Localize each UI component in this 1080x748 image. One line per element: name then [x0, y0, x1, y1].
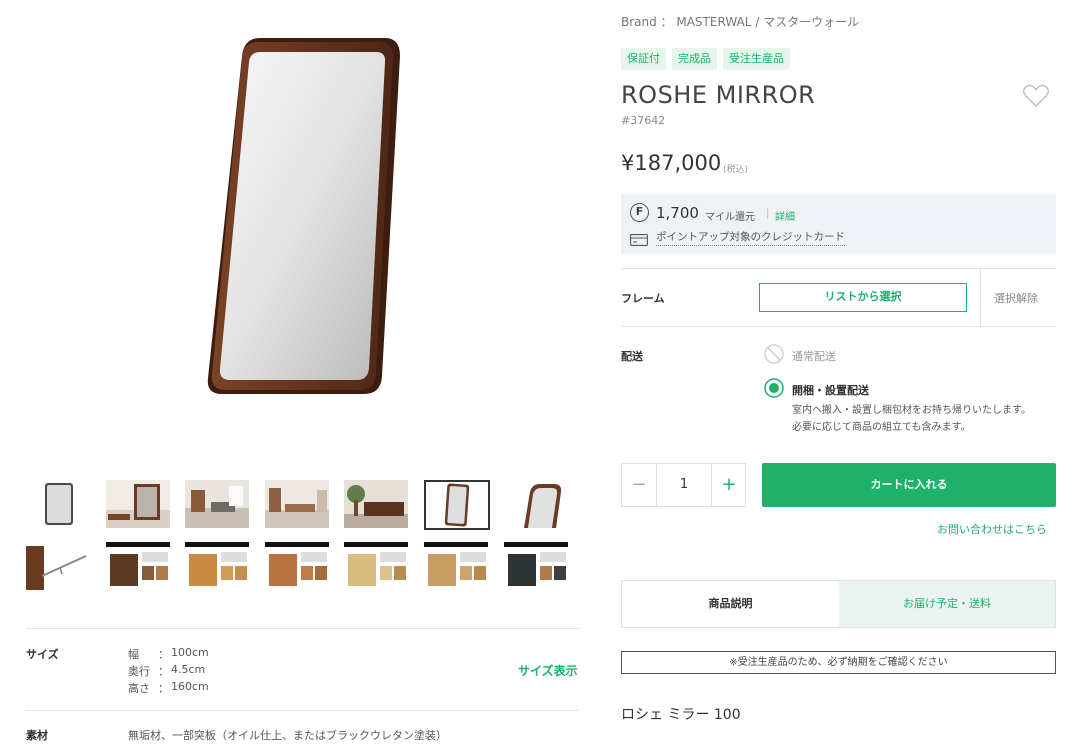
- thumbnail-11[interactable]: [265, 542, 329, 590]
- spec-material-label: 素材: [26, 729, 48, 742]
- description-title: ロシェ ミラー 100: [621, 707, 741, 723]
- size-display-link[interactable]: サイズ表示: [518, 662, 578, 679]
- delivery-radio-standard[interactable]: [764, 344, 784, 364]
- thumbnail-9[interactable]: [106, 542, 170, 590]
- thumbnail-2[interactable]: [106, 480, 170, 528]
- thumbnail-4[interactable]: [265, 480, 329, 528]
- thumbnail-10[interactable]: [185, 542, 249, 590]
- f-points-icon: F: [630, 203, 649, 222]
- favorite-heart-icon[interactable]: [1022, 84, 1050, 108]
- spec-colon: ：: [158, 648, 169, 661]
- frame-label: フレーム: [621, 292, 665, 305]
- product-tags: 保証付 完成品 受注生産品: [621, 48, 790, 70]
- delivery-desc-line-2: 必要に応じて商品の組立ても含みます。: [792, 422, 971, 433]
- quantity-input[interactable]: 1: [656, 464, 712, 506]
- delivery-label: 配送: [621, 350, 643, 363]
- option-divider: [621, 326, 1056, 327]
- inquiry-link[interactable]: お問い合わせはこちら: [937, 521, 1047, 537]
- delivery-option-standard[interactable]: 通常配送: [792, 348, 836, 364]
- spec-depth-value: 4.5cm: [171, 663, 206, 676]
- spec-divider: [26, 628, 579, 629]
- delivery-desc-line-1: 室内へ搬入・設置し梱包材をお持ち帰りいたします。: [792, 405, 1031, 416]
- thumbnail-13[interactable]: [424, 542, 488, 590]
- thumbnail-12[interactable]: [344, 542, 408, 590]
- quantity-minus-button[interactable]: −: [622, 464, 656, 506]
- product-title: ROSHE MIRROR: [621, 81, 816, 109]
- quantity-stepper: − 1 +: [621, 463, 746, 507]
- option-divider: [621, 268, 1056, 269]
- thumbnail-8[interactable]: [26, 542, 90, 590]
- tag-made-to-order: 受注生産品: [723, 48, 790, 70]
- tag-assembled: 完成品: [672, 48, 717, 70]
- spec-height-key: 高さ: [128, 682, 150, 695]
- product-main-image[interactable]: [200, 34, 410, 402]
- thumbnail-14[interactable]: [504, 542, 568, 590]
- spec-divider: [26, 710, 579, 711]
- spec-width-key: 幅: [128, 648, 139, 661]
- credit-card-link[interactable]: ポイントアップ対象のクレジットカード: [656, 229, 845, 246]
- points-box: F 1,700 マイル還元 | 詳細 ポイントアップ対象のクレジットカード: [621, 194, 1056, 254]
- points-detail-link[interactable]: 詳細: [775, 208, 795, 223]
- frame-clear-link[interactable]: 選択解除: [994, 290, 1038, 306]
- points-amount: 1,700: [656, 204, 699, 222]
- frame-select-button[interactable]: リストから選択: [759, 283, 967, 312]
- spec-width-value: 100cm: [171, 646, 209, 659]
- spec-height-value: 160cm: [171, 680, 209, 693]
- info-tabs: 商品説明 お届け予定・送料: [621, 580, 1056, 628]
- delivery-option-install[interactable]: 開梱・設置配送: [792, 382, 869, 398]
- thumbnail-6[interactable]: [424, 480, 490, 530]
- tax-note: (税込): [723, 165, 749, 175]
- spec-colon: ：: [158, 665, 169, 678]
- thumbnail-7[interactable]: [504, 480, 568, 528]
- product-sku: #37642: [621, 114, 666, 127]
- spec-material-value: 無垢材、一部突板（オイル仕上、またはブラックウレタン塗装）: [128, 729, 447, 742]
- made-to-order-notice: ※受注生産品のため、必ず納期をご確認ください: [621, 651, 1056, 674]
- option-vdivider: [980, 268, 981, 326]
- thumbnail-1[interactable]: [26, 480, 90, 528]
- delivery-radio-install[interactable]: [764, 378, 784, 398]
- points-unit: マイル還元: [705, 212, 755, 223]
- delivery-install-description: 室内へ搬入・設置し梱包材をお持ち帰りいたします。 必要に応じて商品の組立ても含み…: [792, 402, 1031, 436]
- thumbnail-5[interactable]: [344, 480, 408, 528]
- tab-description[interactable]: 商品説明: [622, 581, 839, 627]
- thumbnail-3[interactable]: [185, 480, 249, 528]
- points-separator: |: [766, 208, 770, 219]
- spec-depth-key: 奥行: [128, 665, 150, 678]
- spec-size-label: サイズ: [26, 648, 59, 661]
- tag-warranty: 保証付: [621, 48, 666, 70]
- brand-line[interactable]: Brand ： MASTERWAL / マスターウォール: [621, 13, 859, 30]
- product-price: ¥187,000: [621, 151, 722, 175]
- tab-delivery-shipping[interactable]: お届け予定・送料: [839, 581, 1055, 627]
- credit-card-icon: [630, 231, 648, 246]
- spec-colon: ：: [158, 682, 169, 695]
- add-to-cart-button[interactable]: カートに入れる: [762, 463, 1056, 507]
- quantity-plus-button[interactable]: +: [712, 464, 746, 506]
